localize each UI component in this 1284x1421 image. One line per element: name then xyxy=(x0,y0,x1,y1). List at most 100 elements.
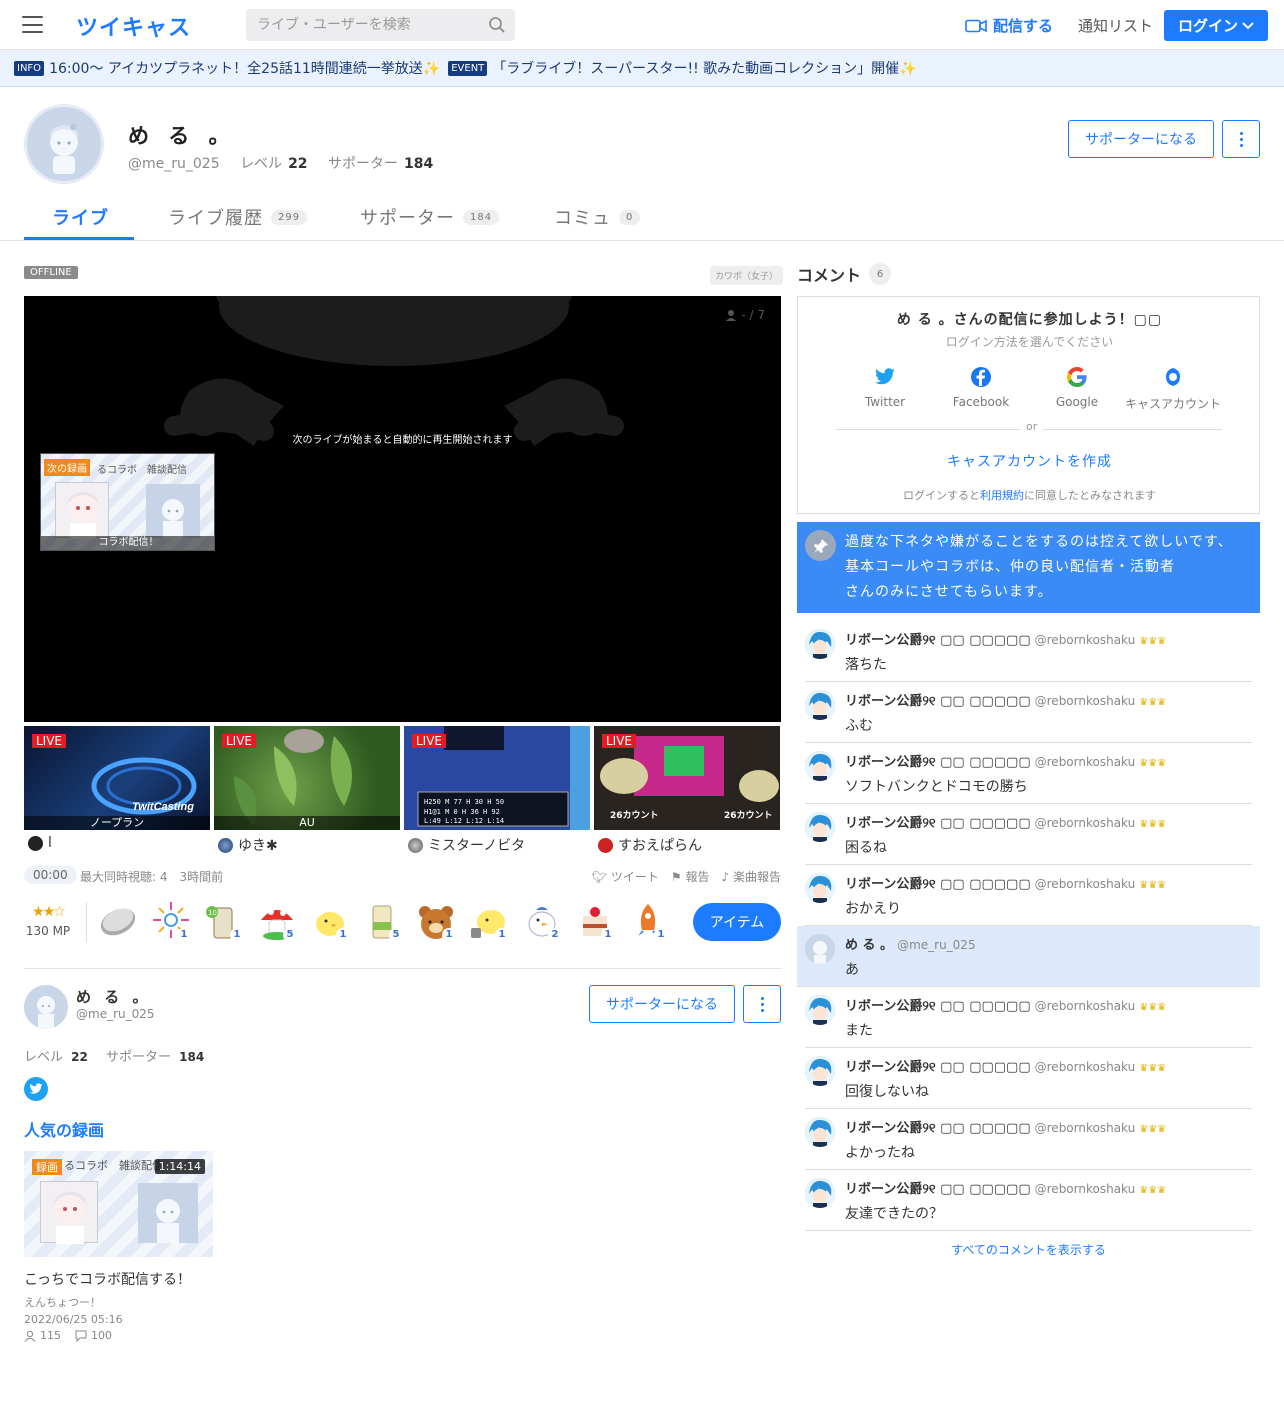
person-icon xyxy=(24,1330,36,1342)
live-thumb-card[interactable]: LIVE AU ゆき✱ xyxy=(214,726,400,855)
commenter-avatar[interactable] xyxy=(805,751,835,781)
comment-item: リボーン公爵୨୧ ▢▢ ▢▢▢▢▢ @rebornkoshaku ♛♛♛ ふむ xyxy=(805,682,1252,743)
commenter-avatar[interactable] xyxy=(805,934,835,964)
facebook-login-button[interactable]: Facebook xyxy=(933,365,1029,409)
pinned-line: 基本コールやコラボは、仲の良い配信者・活動者 xyxy=(845,559,1175,575)
comment-text: ソフトバンクとドコモの勝ち xyxy=(845,779,1028,795)
login-button[interactable]: ログイン xyxy=(1164,10,1268,41)
category-tag[interactable]: カワボ（女子） xyxy=(710,266,784,285)
become-supporter-button[interactable]: サポーターになる xyxy=(1068,120,1214,158)
commenter-display-name: リボーン公爵୨୧ ▢▢ ▢▢▢▢▢ xyxy=(845,633,1031,648)
supporter-crown-icon: ♛♛♛ xyxy=(1139,819,1167,830)
menu-icon[interactable] xyxy=(22,16,43,33)
create-account-link[interactable]: キャスアカウントを作成 xyxy=(798,451,1261,471)
commenter-avatar[interactable] xyxy=(805,629,835,659)
live-thumb-user: すおえぱらん xyxy=(594,835,780,855)
drink-icon[interactable]: 10 1 xyxy=(204,900,244,942)
mushroom-icon[interactable]: 5 xyxy=(257,900,297,942)
gift-count: 1 xyxy=(442,928,456,942)
live-thumb-card[interactable]: H250 M 77 H 30 H 50 H1@1 M 0 H 36 H 92 L:4… xyxy=(404,726,590,855)
tab-community[interactable]: コミュ 0 xyxy=(554,204,641,230)
profile-meta: @me_ru_025 レベル 22 サポーター 184 xyxy=(128,153,449,173)
pinned-line: 過度な下ネタや嫌がることをするのは控えて欲しいです、 xyxy=(845,534,1233,550)
chick2-icon[interactable]: 1 xyxy=(469,900,509,942)
next-recording-badge: 次の録画 xyxy=(44,459,90,476)
commenter-avatar[interactable] xyxy=(805,1056,835,1086)
cas-account-login-button[interactable]: キャスアカウント xyxy=(1125,365,1221,412)
viewer-count: - / 7 xyxy=(725,308,765,322)
commenter-avatar[interactable] xyxy=(805,1178,835,1208)
tweet-link[interactable]: 🐦︎ ツイート xyxy=(592,868,659,885)
comment-item: リボーン公爵୨୧ ▢▢ ▢▢▢▢▢ @rebornkoshaku ♛♛♛ ソフトバンク… xyxy=(805,743,1252,804)
fireworks-icon[interactable]: 1 xyxy=(151,900,191,942)
commenter-name[interactable]: リボーン公爵୨୧ ▢▢ ▢▢▢▢▢ @rebornkoshaku ♛♛♛ xyxy=(845,873,1166,892)
bird-icon[interactable]: 2 xyxy=(522,900,562,942)
twitter-icon[interactable] xyxy=(24,1077,48,1101)
item-button[interactable]: アイテム xyxy=(693,903,781,941)
next-recording-card[interactable]: るコラボ 雑談配信 次の録画 コラボ配信！ xyxy=(40,453,215,551)
commenter-name[interactable]: リボーン公爵୨୧ ▢▢ ▢▢▢▢▢ @rebornkoshaku ♛♛♛ xyxy=(845,1056,1166,1075)
live-thumb-card[interactable]: TwitCasting LIVE ノープラン l xyxy=(24,726,210,851)
gift-count: 1 xyxy=(601,928,615,942)
terms-link[interactable]: 利用規約 xyxy=(980,489,1024,502)
commenter-avatar[interactable] xyxy=(805,690,835,720)
info-link[interactable]: 16:00〜 アイカツプラネット！全25話11時間連続一挙放送✨ xyxy=(49,58,440,78)
google-login-button[interactable]: Google xyxy=(1029,365,1125,409)
search-icon[interactable] xyxy=(488,16,506,34)
commenter-avatar[interactable] xyxy=(805,812,835,842)
supporter-crown-icon: ♛♛♛ xyxy=(1139,1063,1167,1074)
commenter-avatar[interactable] xyxy=(805,995,835,1025)
more-options-icon[interactable] xyxy=(743,985,781,1023)
commenter-name[interactable]: リボーン公爵୨୧ ▢▢ ▢▢▢▢▢ @rebornkoshaku ♛♛♛ xyxy=(845,995,1166,1014)
show-all-comments-link[interactable]: すべてのコメントを表示する xyxy=(797,1241,1260,1258)
pinned-message: 過度な下ネタや嫌がることをするのは控えて欲しいです、 基本コールやコラボは、仲の… xyxy=(797,522,1260,613)
commenter-name[interactable]: リボーン公爵୨୧ ▢▢ ▢▢▢▢▢ @rebornkoshaku ♛♛♛ xyxy=(845,812,1166,831)
profile-avatar[interactable] xyxy=(24,104,104,184)
broadcast-button[interactable]: 配信する xyxy=(965,15,1053,36)
login-label: ログイン xyxy=(1177,17,1238,35)
tab-live-history[interactable]: ライブ履歴 299 xyxy=(168,204,308,230)
commenter-name[interactable]: め る 。 @me_ru_025 xyxy=(845,934,976,953)
tab-supporters[interactable]: サポーター 184 xyxy=(360,204,500,230)
recording-card[interactable]: るコラボ 雑談配信 録画 1:14:14 こっちでコラボ配信する！ えんちょつー… xyxy=(24,1151,213,1342)
live-thumb-user: ミスターノビタ xyxy=(404,835,590,855)
coin-icon[interactable] xyxy=(98,900,138,942)
commenter-avatar[interactable] xyxy=(805,1117,835,1147)
more-options-icon[interactable] xyxy=(1222,120,1260,158)
live-thumb-overlay: ノープラン xyxy=(24,816,210,830)
commenter-display-name: リボーン公爵୨୧ ▢▢ ▢▢▢▢▢ xyxy=(845,877,1031,892)
commenter-name[interactable]: リボーン公爵୨୧ ▢▢ ▢▢▢▢▢ @rebornkoshaku ♛♛♛ xyxy=(845,1117,1166,1136)
cake-icon[interactable]: 1 xyxy=(575,900,615,942)
twitter-bird-icon: 🐦︎ xyxy=(591,870,608,884)
tab-live[interactable]: ライブ xyxy=(52,204,109,230)
commenter-name[interactable]: リボーン公爵୨୧ ▢▢ ▢▢▢▢▢ @rebornkoshaku ♛♛♛ xyxy=(845,629,1166,648)
user-avatar-dot xyxy=(598,837,613,853)
song-report-link[interactable]: ♪ 楽曲報告 xyxy=(721,868,781,885)
commenter-name[interactable]: リボーン公爵୨୧ ▢▢ ▢▢▢▢▢ @rebornkoshaku ♛♛♛ xyxy=(845,751,1166,770)
supporter-count: 184 xyxy=(179,1050,205,1064)
video-player[interactable]: - / 7 次のライブが始まると自動的に再生開始されます るコラボ 雑談配信 次… xyxy=(24,296,781,722)
rocket-icon[interactable]: 1 xyxy=(628,900,668,942)
commenter-avatar[interactable] xyxy=(805,873,835,903)
commenter-name[interactable]: リボーン公爵୨୧ ▢▢ ▢▢▢▢▢ @rebornkoshaku ♛♛♛ xyxy=(845,1178,1166,1197)
report-link[interactable]: ⚑ 報告 xyxy=(671,868,710,885)
user-avatar[interactable] xyxy=(24,985,68,1029)
recording-title[interactable]: こっちでコラボ配信する！ xyxy=(24,1269,213,1289)
bear-icon[interactable]: 1 xyxy=(416,900,456,942)
cup-icon[interactable]: 5 xyxy=(363,900,403,942)
chick-icon[interactable]: 1 xyxy=(310,900,350,942)
commenter-name[interactable]: リボーン公爵୨୧ ▢▢ ▢▢▢▢▢ @rebornkoshaku ♛♛♛ xyxy=(845,690,1166,709)
supporter-crown-icon: ♛♛♛ xyxy=(1139,880,1167,891)
live-thumb-card[interactable]: 26カウント 26カウント LIVE すおえぱらん xyxy=(594,726,780,855)
notification-list-link[interactable]: 通知リスト xyxy=(1078,15,1153,36)
event-link[interactable]: 「ラブライブ！スーパースター!! 歌みた動画コレクション」開催✨ xyxy=(492,58,916,78)
collab-avatar-right xyxy=(146,484,200,538)
commenter-handle: @rebornkoshaku xyxy=(1034,1182,1136,1196)
become-supporter-button[interactable]: サポーターになる xyxy=(589,985,735,1023)
site-logo[interactable]: ツイキャス xyxy=(76,10,191,42)
tab-count-badge: 184 xyxy=(463,209,500,225)
twitter-login-button[interactable]: Twitter xyxy=(837,365,933,409)
search-input[interactable] xyxy=(246,9,476,41)
rating-stars: ★★☆ xyxy=(32,904,66,920)
stream-stats-row: 00:00 最大同時視聴: 4 3時間前 🐦︎ ツイート ⚑ 報告 ♪ 楽曲報告 xyxy=(24,866,781,886)
